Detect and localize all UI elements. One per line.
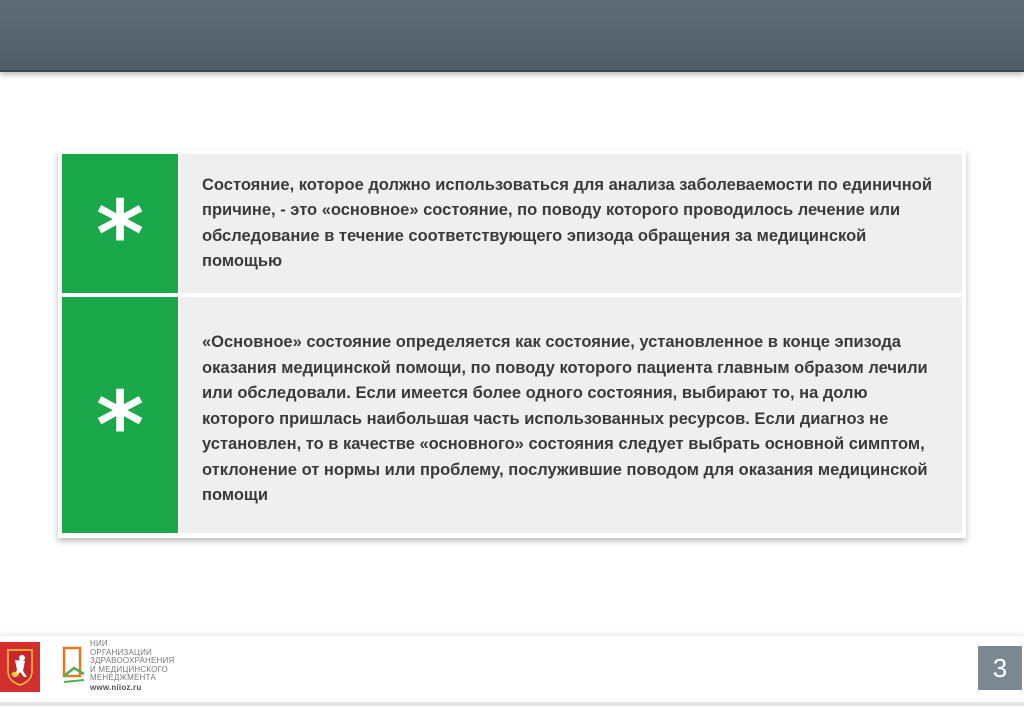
page-number: 3 (992, 652, 1008, 683)
asterisk-icon: * (95, 372, 145, 479)
footer: НИИ ОРГАНИЗАЦИИ ЗДРАВООХРАНЕНИЯ И МЕДИЦИ… (0, 636, 1024, 706)
definition-item: * «Основное» состояние определяется как … (62, 297, 962, 533)
bullet-marker: * (62, 154, 178, 293)
org-name-line: МЕНЕДЖМЕНТА (90, 673, 156, 682)
page-number-badge: 3 (978, 646, 1022, 690)
niioz-logo-icon (62, 646, 85, 683)
moscow-coat-of-arms-icon (0, 642, 40, 692)
definition-text: Состояние, которое должно использоваться… (202, 175, 932, 271)
org-website-link[interactable]: www.niioz.ru (90, 683, 200, 693)
organization-name: НИИ ОРГАНИЗАЦИИ ЗДРАВООХРАНЕНИЯ И МЕДИЦИ… (90, 639, 200, 693)
bullet-marker: * (62, 297, 178, 533)
definition-item: * Состояние, которое должно использовать… (62, 154, 962, 293)
asterisk-icon: * (95, 180, 145, 288)
definition-text-box: Состояние, которое должно использоваться… (180, 154, 962, 293)
content-panel: * Состояние, которое должно использовать… (58, 150, 966, 538)
definition-text-box: «Основное» состояние определяется как со… (180, 297, 962, 533)
header-bar (0, 0, 1024, 72)
definition-text: «Основное» состояние определяется как со… (202, 333, 928, 504)
